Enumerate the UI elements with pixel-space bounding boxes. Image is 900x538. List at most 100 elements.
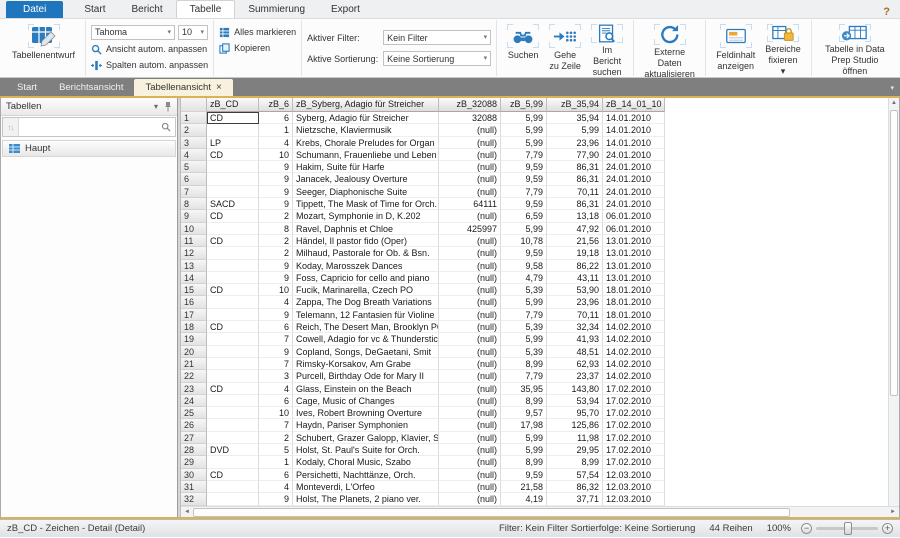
table-cell[interactable]: DVD bbox=[207, 444, 259, 456]
ansicht-autom-anpassen-button[interactable]: Ansicht autom. anpassen bbox=[91, 43, 207, 56]
table-cell[interactable] bbox=[207, 358, 259, 370]
table-row[interactable]: 246Cage, Music of Changes(null)8,9953,94… bbox=[181, 395, 899, 407]
table-row[interactable]: 217Rimsky-Korsakov, Am Grabe(null)8,9962… bbox=[181, 358, 899, 370]
table-cell[interactable]: (null) bbox=[439, 321, 501, 333]
row-number-cell[interactable]: 26 bbox=[181, 419, 207, 431]
table-row[interactable]: 149Foss, Capricio for cello and piano(nu… bbox=[181, 272, 899, 284]
table-cell[interactable] bbox=[207, 370, 259, 382]
aktive-sortierung-select[interactable]: Keine Sortierung ▾ bbox=[383, 51, 491, 66]
table-cell[interactable]: 9 bbox=[259, 346, 293, 358]
table-cell[interactable]: 3 bbox=[259, 370, 293, 382]
column-header[interactable]: zB_14_01_10 bbox=[603, 98, 665, 112]
feldinhalt-anzeigen-button[interactable]: Feldinhalt anzeigen bbox=[711, 22, 760, 74]
table-cell[interactable] bbox=[207, 161, 259, 173]
table-cell[interactable]: 24.01.2010 bbox=[603, 186, 665, 198]
table-row[interactable]: 21Nietzsche, Klaviermusik(null)5,995,991… bbox=[181, 124, 899, 136]
table-cell[interactable]: 53,90 bbox=[547, 284, 603, 296]
font-family-select[interactable]: Tahoma ▾ bbox=[91, 25, 175, 40]
table-row[interactable]: 209Copland, Songs, DeGaetani, Smit(null)… bbox=[181, 346, 899, 358]
table-cell[interactable]: 12.03.2010 bbox=[603, 481, 665, 493]
table-cell[interactable]: CD bbox=[207, 383, 259, 395]
table-cell[interactable]: 17.02.2010 bbox=[603, 432, 665, 444]
row-number-cell[interactable]: 21 bbox=[181, 358, 207, 370]
table-cell[interactable]: 86,22 bbox=[547, 260, 603, 272]
table-cell[interactable]: Cage, Music of Changes bbox=[293, 395, 439, 407]
table-cell[interactable]: (null) bbox=[439, 284, 501, 296]
table-cell[interactable]: 13.01.2010 bbox=[603, 247, 665, 259]
table-cell[interactable]: 7,79 bbox=[501, 370, 547, 382]
table-cell[interactable]: 14.02.2010 bbox=[603, 346, 665, 358]
table-cell[interactable] bbox=[207, 493, 259, 505]
row-number-cell[interactable]: 9 bbox=[181, 210, 207, 222]
table-row[interactable]: 11CD2Händel, Il pastor fido (Oper)(null)… bbox=[181, 235, 899, 247]
row-number-cell[interactable]: 18 bbox=[181, 321, 207, 333]
tables-search-input[interactable] bbox=[19, 118, 157, 136]
table-cell[interactable] bbox=[207, 346, 259, 358]
table-cell[interactable]: (null) bbox=[439, 272, 501, 284]
vertical-scroll-thumb[interactable] bbox=[890, 110, 898, 396]
column-header[interactable]: zB_CD bbox=[207, 98, 259, 112]
table-cell[interactable]: 7 bbox=[259, 419, 293, 431]
tab-list-dropdown-icon[interactable]: ▾ bbox=[890, 84, 900, 96]
table-cell[interactable]: 17.02.2010 bbox=[603, 456, 665, 468]
column-header[interactable]: zB_32088 bbox=[439, 98, 501, 112]
table-cell[interactable]: 1 bbox=[259, 124, 293, 136]
table-cell[interactable]: Glass, Einstein on the Beach bbox=[293, 383, 439, 395]
vertical-scrollbar[interactable]: ▲ bbox=[888, 98, 899, 506]
table-cell[interactable]: Holst, The Planets, 2 piano ver. bbox=[293, 493, 439, 505]
table-cell[interactable]: 10 bbox=[259, 284, 293, 296]
table-cell[interactable]: 9,59 bbox=[501, 469, 547, 481]
table-cell[interactable] bbox=[207, 333, 259, 345]
table-cell[interactable]: Hakim, Suite für Harfe bbox=[293, 161, 439, 173]
table-cell[interactable]: 53,94 bbox=[547, 395, 603, 407]
table-cell[interactable]: 5,99 bbox=[501, 444, 547, 456]
table-cell[interactable]: 4 bbox=[259, 137, 293, 149]
table-cell[interactable] bbox=[207, 395, 259, 407]
row-number-cell[interactable]: 16 bbox=[181, 296, 207, 308]
table-cell[interactable]: (null) bbox=[439, 444, 501, 456]
table-cell[interactable]: 86,31 bbox=[547, 198, 603, 210]
table-cell[interactable]: (null) bbox=[439, 173, 501, 185]
table-cell[interactable]: 9 bbox=[259, 186, 293, 198]
table-cell[interactable]: 6,59 bbox=[501, 210, 547, 222]
row-number-cell[interactable]: 2 bbox=[181, 124, 207, 136]
table-cell[interactable]: 24.01.2010 bbox=[603, 161, 665, 173]
table-cell[interactable]: 9,59 bbox=[501, 161, 547, 173]
table-cell[interactable]: (null) bbox=[439, 419, 501, 431]
table-cell[interactable]: 13,18 bbox=[547, 210, 603, 222]
table-cell[interactable] bbox=[207, 272, 259, 284]
alles-markieren-button[interactable]: Alles markieren bbox=[219, 26, 296, 39]
table-cell[interactable]: 70,11 bbox=[547, 309, 603, 321]
table-cell[interactable]: 9,59 bbox=[501, 247, 547, 259]
table-cell[interactable] bbox=[207, 296, 259, 308]
table-row[interactable]: 329Holst, The Planets, 2 piano ver.(null… bbox=[181, 493, 899, 505]
table-cell[interactable]: 2 bbox=[259, 247, 293, 259]
row-number-cell[interactable]: 24 bbox=[181, 395, 207, 407]
table-row[interactable]: 69Janacek, Jealousy Overture(null)9,5986… bbox=[181, 173, 899, 185]
table-cell[interactable]: 9 bbox=[259, 309, 293, 321]
table-cell[interactable]: Schumann, Frauenliebe und Leben bbox=[293, 149, 439, 161]
table-cell[interactable]: 48,51 bbox=[547, 346, 603, 358]
row-number-cell[interactable]: 29 bbox=[181, 456, 207, 468]
table-cell[interactable]: 41,93 bbox=[547, 333, 603, 345]
table-cell[interactable]: 86,32 bbox=[547, 481, 603, 493]
table-row[interactable]: 23CD4Glass, Einstein on the Beach(null)3… bbox=[181, 383, 899, 395]
table-cell[interactable]: CD bbox=[207, 210, 259, 222]
table-cell[interactable]: Monteverdi, L'Orfeo bbox=[293, 481, 439, 493]
bereiche-fixieren-button[interactable]: Bereiche fixieren ▾ bbox=[760, 22, 806, 74]
table-cell[interactable] bbox=[207, 481, 259, 493]
table-cell[interactable]: 17.02.2010 bbox=[603, 383, 665, 395]
table-cell[interactable]: 9 bbox=[259, 173, 293, 185]
ribbon-tab-datei[interactable]: Datei bbox=[6, 1, 63, 18]
table-cell[interactable]: Nietzsche, Klaviermusik bbox=[293, 124, 439, 136]
table-row[interactable]: 28DVD5Holst, St. Paul's Suite for Orch.(… bbox=[181, 444, 899, 456]
table-cell[interactable]: 24.01.2010 bbox=[603, 198, 665, 210]
table-row[interactable]: 8SACD9Tippett, The Mask of Time for Orch… bbox=[181, 198, 899, 210]
corner-header-cell[interactable] bbox=[181, 98, 207, 112]
table-cell[interactable]: 14.02.2010 bbox=[603, 333, 665, 345]
table-cell[interactable]: 7 bbox=[259, 358, 293, 370]
row-number-cell[interactable]: 27 bbox=[181, 432, 207, 444]
table-cell[interactable]: 14.02.2010 bbox=[603, 321, 665, 333]
table-cell[interactable]: 86,31 bbox=[547, 161, 603, 173]
chevron-down-icon[interactable]: ▾ bbox=[148, 102, 164, 111]
